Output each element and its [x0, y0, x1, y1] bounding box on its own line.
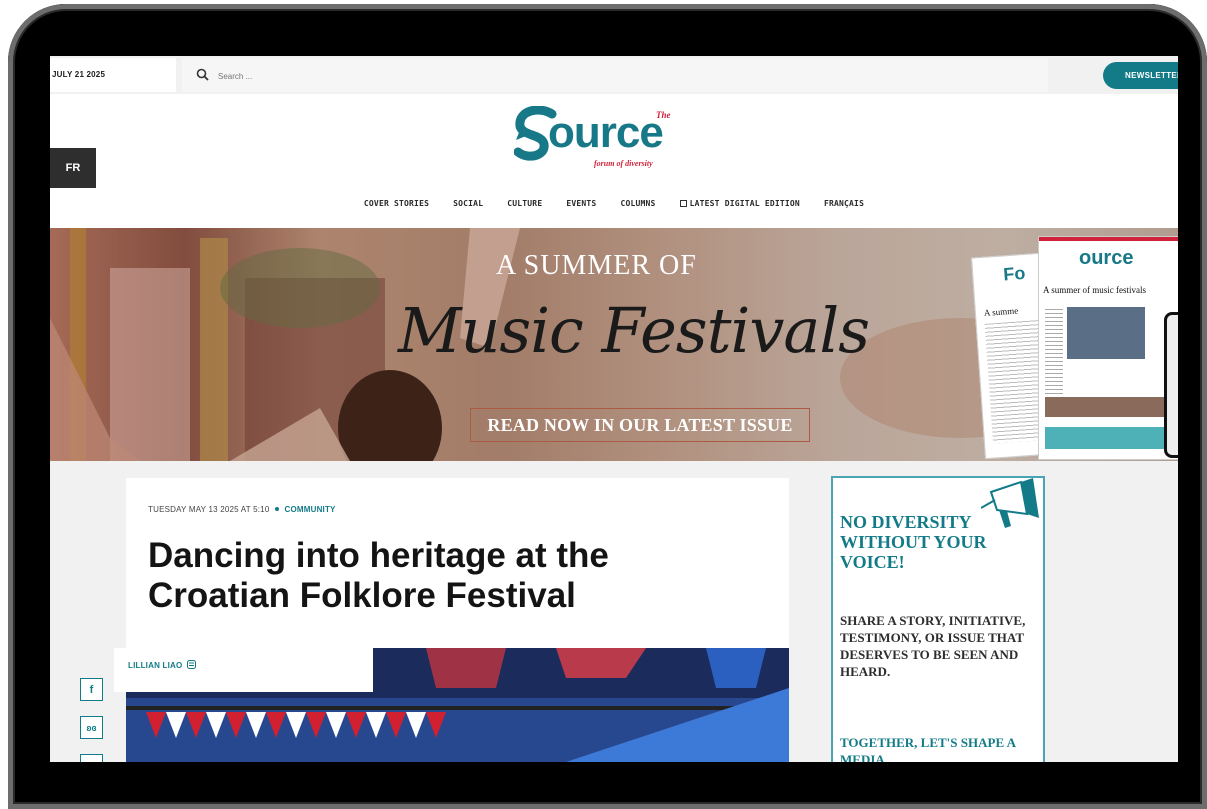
site-header: FR The ource forum of diversity COVER ST… — [50, 94, 1178, 228]
magazine-front-photo — [1067, 307, 1145, 359]
language-toggle-button[interactable]: FR — [50, 148, 96, 188]
search-input[interactable] — [216, 66, 620, 86]
article-card: TUESDAY MAY 13 2025 AT 5:10 COMMUNITY Dan… — [114, 478, 789, 762]
magazine-top-stripe — [1039, 237, 1178, 241]
magazine-front-logo: ource — [1079, 247, 1134, 269]
current-date: JULY 21 2025 — [50, 58, 176, 92]
magazine-back-logo: Fo — [1002, 262, 1026, 285]
nav-item-cover-stories[interactable]: COVER STORIES — [364, 192, 429, 216]
sidebar-diversity-ad[interactable]: NO DIVERSITY WITHOUT YOUR VOICE! SHARE A… — [831, 476, 1045, 762]
banner-headline-script: Music Festivals — [398, 294, 870, 367]
magazine-front-subtitle: A summer of music festivals — [1043, 285, 1146, 295]
meta-dot-icon — [275, 507, 280, 511]
nav-item-francais[interactable]: FRANÇAIS — [824, 192, 864, 216]
nav-item-latest-digital-edition[interactable]: LATEST DIGITAL EDITION — [679, 192, 800, 216]
nav-item-columns[interactable]: COLUMNS — [620, 192, 655, 216]
author-name: LILLIAN LIAO — [128, 661, 183, 670]
author-profile-icon — [186, 660, 196, 669]
logo-wordmark: ource — [548, 108, 664, 157]
article-meta: TUESDAY MAY 13 2025 AT 5:10 COMMUNITY — [148, 505, 336, 514]
utility-bar: JULY 21 2025 NEWSLETTER — [50, 56, 1178, 94]
read-latest-issue-button[interactable]: READ NOW IN OUR LATEST ISSUE — [470, 408, 810, 442]
nav-item-label: LATEST DIGITAL EDITION — [689, 199, 800, 208]
main-nav: COVER STORIES SOCIAL CULTURE EVENTS COLU… — [50, 192, 1178, 216]
sidebar-heading: NO DIVERSITY WITHOUT YOUR VOICE! — [840, 512, 987, 572]
article-date: TUESDAY MAY 13 2025 AT 5:10 — [148, 505, 270, 514]
magazine-front-photos-row — [1045, 397, 1173, 417]
newspaper-icon — [679, 200, 687, 207]
nav-item-events[interactable]: EVENTS — [566, 192, 596, 216]
site-logo[interactable]: The ource forum of diversity — [514, 100, 724, 174]
sidebar-body: SHARE A STORY, INITIATIVE, TESTIMONY, OR… — [840, 613, 1026, 679]
share-facebook-button[interactable]: f — [80, 678, 103, 701]
nav-item-social[interactable]: SOCIAL — [453, 192, 483, 216]
logo-tagline: forum of diversity — [594, 159, 653, 168]
share-bluesky-button[interactable]: ʚɞ — [80, 716, 103, 739]
article-title[interactable]: Dancing into heritage at the Croatian Fo… — [148, 536, 748, 616]
nav-item-culture[interactable]: CULTURE — [507, 192, 542, 216]
search-bar[interactable] — [182, 58, 1048, 92]
banner-headline-top: A SUMMER OF — [496, 250, 697, 281]
magazine-cover-front: ource A summer of music festivals — [1038, 236, 1178, 460]
search-icon — [196, 68, 209, 81]
promo-banner[interactable]: A SUMMER OF Music Festivals READ NOW IN … — [50, 228, 1178, 461]
share-twitter-button[interactable]: x — [80, 754, 103, 762]
magazine-front-columns — [1045, 309, 1063, 399]
phone-device — [1164, 312, 1178, 458]
browser-viewport: JULY 21 2025 NEWSLETTER FR The ource for… — [50, 56, 1178, 762]
sidebar-body-continued: TOGETHER, LET'S SHAPE A MEDIA — [840, 735, 1016, 762]
article-author[interactable]: LILLIAN LIAO — [114, 648, 373, 692]
article-category-link[interactable]: COMMUNITY — [284, 505, 335, 514]
magazine-front-footer — [1045, 427, 1173, 449]
newsletter-button[interactable]: NEWSLETTER — [1103, 62, 1178, 89]
magazine-back-snippet: A summe — [983, 305, 1019, 318]
